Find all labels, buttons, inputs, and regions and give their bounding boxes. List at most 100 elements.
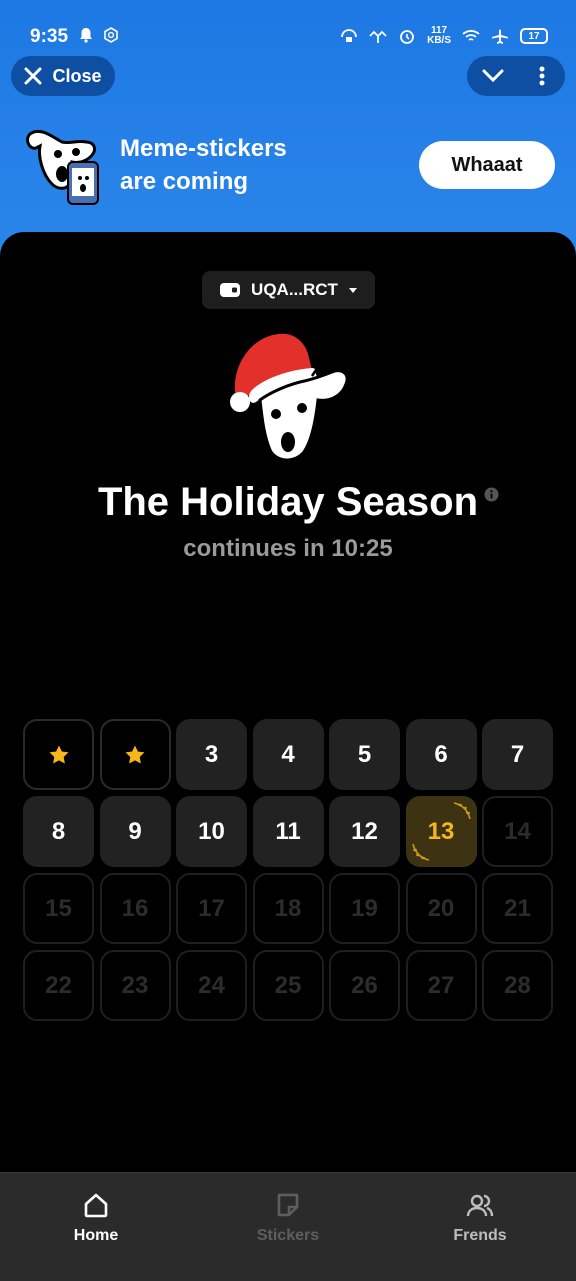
wallet-selector[interactable]: UQA...RCT <box>202 271 375 309</box>
star-icon <box>49 745 68 763</box>
calendar-day-label: 11 <box>275 817 301 845</box>
wallet-icon <box>220 283 241 297</box>
calendar-day-label: 24 <box>198 971 225 999</box>
close-button[interactable]: Close <box>11 56 115 96</box>
santa-dog-mascot-icon <box>230 333 348 462</box>
calendar-day-label: 21 <box>504 894 531 922</box>
nav-home[interactable]: Home <box>0 1173 192 1281</box>
calendar-day-18: 18 <box>252 873 324 944</box>
banner-text: Meme-stickers are coming <box>120 132 287 198</box>
calendar-day-21: 21 <box>482 873 553 944</box>
calendar-day-28: 28 <box>482 950 553 1021</box>
calendar-day-label: 20 <box>427 894 455 922</box>
banner-line-2: are coming <box>120 168 249 195</box>
nav-friends[interactable]: Frends <box>384 1173 576 1281</box>
calendar-day-27: 27 <box>405 950 477 1021</box>
calendar-day-11[interactable]: 11 <box>252 796 324 867</box>
countdown-text: continues in 10:25 <box>183 535 393 562</box>
calendar-day-label: 26 <box>351 971 378 999</box>
info-icon[interactable] <box>484 487 499 502</box>
calendar-day-label: 23 <box>121 971 149 999</box>
more-vertical-icon <box>539 66 545 86</box>
calendar-day-17: 17 <box>176 873 247 944</box>
calendar-day-16: 16 <box>99 873 171 944</box>
hex-icon <box>104 27 118 43</box>
calendar-day-label: 7 <box>510 740 525 768</box>
more-button[interactable] <box>519 56 565 96</box>
net-speed: 117 KB/S <box>427 26 451 46</box>
calendar-day-23: 23 <box>99 950 171 1021</box>
airplane-icon <box>492 29 508 44</box>
calendar-day-label: 15 <box>45 894 72 922</box>
wallet-address: UQA...RCT <box>251 280 338 299</box>
calendar-day-label: 6 <box>434 740 448 768</box>
calendar-day-label: 27 <box>427 971 455 999</box>
caret-down-icon <box>348 288 357 293</box>
dog-mascot-icon <box>26 129 99 205</box>
calendar-day-label: 12 <box>351 817 378 845</box>
sticker-icon <box>277 1193 299 1217</box>
calendar-day-label: 5 <box>357 740 372 768</box>
calendar-day-3[interactable]: 3 <box>176 719 247 790</box>
calendar-day-4[interactable]: 4 <box>252 719 324 790</box>
calendar-day-8[interactable]: 8 <box>23 796 94 867</box>
banner-line-1: Meme-stickers <box>120 135 287 162</box>
calendar-day-19: 19 <box>329 873 400 944</box>
collapse-button[interactable] <box>467 56 519 96</box>
calendar-day-label: 19 <box>351 894 378 922</box>
calendar-day-7[interactable]: 7 <box>482 719 553 790</box>
nav-stickers[interactable]: Stickers <box>192 1173 384 1281</box>
calendar-day-2[interactable] <box>99 719 171 790</box>
calendar-day-label: 9 <box>128 817 142 845</box>
nav-friends-label: Frends <box>453 1227 507 1244</box>
calendar-day-label: 25 <box>274 971 302 999</box>
calendar-day-label: 10 <box>198 817 225 845</box>
home-icon <box>84 1193 108 1218</box>
close-button-label: Close <box>52 65 102 86</box>
calendar-day-15: 15 <box>23 873 94 944</box>
battery-icon: 17 <box>520 28 548 44</box>
calendar-day-5[interactable]: 5 <box>329 719 400 790</box>
calendar-day-1[interactable] <box>23 719 94 790</box>
advent-calendar-grid: 3 4 5 6 7 8 9 10 11 12 13 14 15 16 17 18 19 20 21 22 23 24 25 2… <box>23 719 553 1021</box>
calendar-day-25: 25 <box>252 950 324 1021</box>
calendar-day-label: 16 <box>121 894 149 922</box>
alarm-icon <box>400 30 414 44</box>
close-icon <box>24 67 42 85</box>
whaaat-button[interactable]: Whaaat <box>419 141 555 189</box>
calendar-day-label: 17 <box>198 894 225 922</box>
calendar-day-label: 22 <box>45 971 72 999</box>
calendar-day-label: 28 <box>504 971 531 999</box>
calendar-day-22: 22 <box>23 950 94 1021</box>
friends-icon <box>466 1194 494 1217</box>
nav-stickers-label: Stickers <box>256 1227 320 1244</box>
chevron-down-icon <box>482 69 504 83</box>
calendar-day-12[interactable]: 12 <box>329 796 400 867</box>
top-menu-group <box>467 56 565 96</box>
status-time: 9:35 <box>30 26 69 47</box>
calendar-day-20: 20 <box>405 873 477 944</box>
calendar-day-10[interactable]: 10 <box>176 796 247 867</box>
laurel-icon <box>453 802 471 820</box>
vpn-icon <box>341 29 357 42</box>
calendar-day-24: 24 <box>176 950 247 1021</box>
calendar-day-label: 3 <box>204 740 219 768</box>
calendar-day-13[interactable]: 13 <box>405 796 477 867</box>
nav-home-label: Home <box>73 1227 119 1244</box>
calendar-day-6[interactable]: 6 <box>405 719 477 790</box>
bell-icon <box>80 28 92 43</box>
star-icon <box>125 745 145 763</box>
status-right-group: 117 KB/S 17 <box>340 26 548 46</box>
net-speed-unit: KB/S <box>427 35 451 46</box>
calendar-day-26: 26 <box>329 950 400 1021</box>
bottom-nav: Home Stickers Frends <box>0 1172 576 1281</box>
calendar-day-label: 18 <box>274 894 302 922</box>
calendar-day-14: 14 <box>482 796 553 867</box>
calendar-day-9[interactable]: 9 <box>99 796 171 867</box>
laurel-icon <box>411 843 429 861</box>
calendar-day-label: 8 <box>51 817 66 845</box>
wifi-icon <box>462 30 480 41</box>
signal-icon <box>369 30 387 43</box>
calendar-day-label: 14 <box>504 817 531 845</box>
calendar-day-label: 4 <box>281 740 295 768</box>
